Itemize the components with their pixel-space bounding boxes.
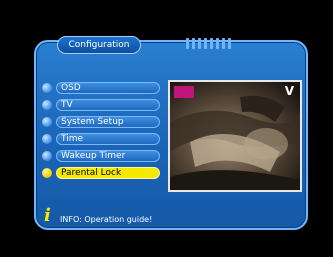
menu-item-wakeup-timer[interactable]: Wakeup Timer [42, 150, 164, 162]
channel-logo: V [284, 84, 294, 98]
menu-item-system-setup[interactable]: System Setup [42, 116, 164, 128]
menu-item-osd[interactable]: OSD [42, 82, 164, 94]
menu-item-label: Wakeup Timer [56, 150, 160, 162]
bullet-icon [42, 100, 52, 110]
info-text: INFO: Operation guide! [60, 215, 153, 224]
bullet-icon [42, 83, 52, 93]
bullet-icon [42, 117, 52, 127]
menu-item-parental-lock[interactable]: Parental Lock [42, 167, 164, 179]
bullet-icon [42, 134, 52, 144]
menu-item-label: TV [56, 99, 160, 111]
menu-item-label: System Setup [56, 116, 160, 128]
menu-item-tv[interactable]: TV [42, 99, 164, 111]
page-title: Configuration [57, 36, 141, 54]
menu-item-label: Parental Lock [56, 167, 160, 179]
video-frame [170, 82, 300, 190]
channel-logo-left [174, 86, 194, 98]
menu-item-label: OSD [56, 82, 160, 94]
bullet-icon [42, 168, 52, 178]
menu-item-time[interactable]: Time [42, 133, 164, 145]
video-preview: V [168, 80, 302, 192]
info-icon: i [44, 205, 51, 226]
bullet-icon [42, 151, 52, 161]
header-decoration [186, 38, 231, 49]
menu-item-label: Time [56, 133, 160, 145]
